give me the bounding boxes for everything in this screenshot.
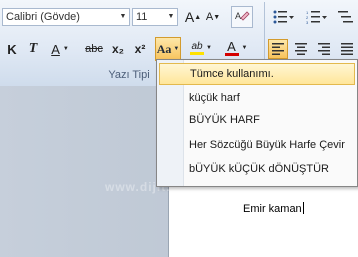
subscript-label: x₂ <box>111 42 124 56</box>
align-left-button[interactable] <box>268 39 288 59</box>
chevron-down-icon[interactable]: ▼ <box>206 45 212 51</box>
multilevel-list-icon <box>338 11 353 23</box>
font-name-value: Calibri (Gövde) <box>6 11 80 23</box>
grow-font-icon: A <box>184 9 195 25</box>
bold-button[interactable]: K <box>3 39 21 59</box>
text-caret <box>302 202 304 214</box>
align-center-icon <box>295 43 307 55</box>
italic-label: T <box>28 41 38 56</box>
italic-button[interactable]: T <box>24 39 42 59</box>
highlight-button[interactable]: ab ▼ <box>188 38 214 58</box>
change-case-label: Aa <box>156 41 172 56</box>
shrink-font-icon: A <box>205 11 214 23</box>
menu-item-sentence-case[interactable]: Tümce kullanımı. <box>159 63 355 85</box>
menu-item-capitalize-each-word[interactable]: Her Sözcüğü Büyük Harfe Çevir <box>159 134 355 156</box>
menu-item-toggle-case[interactable]: bÜYÜK kÜÇÜK dÖNÜŞTÜR <box>159 158 355 180</box>
superscript-button[interactable]: x² <box>130 39 150 59</box>
chevron-down-icon[interactable]: ▼ <box>63 46 69 52</box>
multilevel-list-button[interactable] <box>335 7 357 27</box>
bullets-button[interactable] <box>269 7 299 27</box>
bullets-icon <box>273 10 294 24</box>
clear-format-icon: A <box>235 11 250 21</box>
highlight-label: ab <box>191 41 203 52</box>
superscript-label: x² <box>134 42 146 56</box>
font-color-label: A <box>227 39 236 54</box>
shrink-font-button[interactable]: A ▼ <box>204 7 222 27</box>
highlight-color-bar <box>190 52 205 55</box>
font-size-value: 11 <box>136 11 148 23</box>
chevron-down-icon[interactable]: ▼ <box>117 9 129 25</box>
font-color-bar <box>224 53 239 56</box>
font-size-combo[interactable]: 11 ▼ <box>132 8 178 26</box>
underline-button[interactable]: A ▼ <box>46 39 74 59</box>
numbering-button[interactable]: 1 2 3 <box>302 7 332 27</box>
change-case-button[interactable]: Aa ▼ <box>155 37 181 61</box>
align-center-button[interactable] <box>291 39 311 59</box>
align-right-button[interactable] <box>314 39 334 59</box>
svg-text:A: A <box>235 11 241 21</box>
menu-item-uppercase[interactable]: BÜYÜK HARF <box>159 109 355 131</box>
align-right-icon <box>318 43 330 55</box>
justify-icon <box>341 43 353 55</box>
svg-text:3: 3 <box>306 20 309 24</box>
align-left-icon <box>272 43 284 55</box>
subscript-button[interactable]: x₂ <box>108 39 128 59</box>
font-color-button[interactable]: A ▼ <box>222 38 250 58</box>
grow-font-button[interactable]: A ▲ <box>184 7 202 27</box>
justify-button[interactable] <box>337 39 357 59</box>
font-name-combo[interactable]: Calibri (Gövde) ▼ <box>2 8 130 26</box>
chevron-down-icon[interactable]: ▼ <box>242 45 248 51</box>
strikethrough-button[interactable]: abc <box>82 39 106 59</box>
menu-item-lowercase[interactable]: küçük harf <box>159 87 355 109</box>
underline-label: A <box>51 41 60 57</box>
document-text[interactable]: Emir kaman <box>243 202 304 215</box>
strikethrough-label: abc <box>85 43 103 55</box>
change-case-menu: Tümce kullanımı. küçük harf BÜYÜK HARF H… <box>156 59 358 187</box>
clear-format-button[interactable]: A <box>231 6 253 28</box>
bold-label: K <box>7 41 17 57</box>
chevron-down-icon[interactable]: ▼ <box>165 9 177 25</box>
numbering-icon: 1 2 3 <box>306 10 327 24</box>
